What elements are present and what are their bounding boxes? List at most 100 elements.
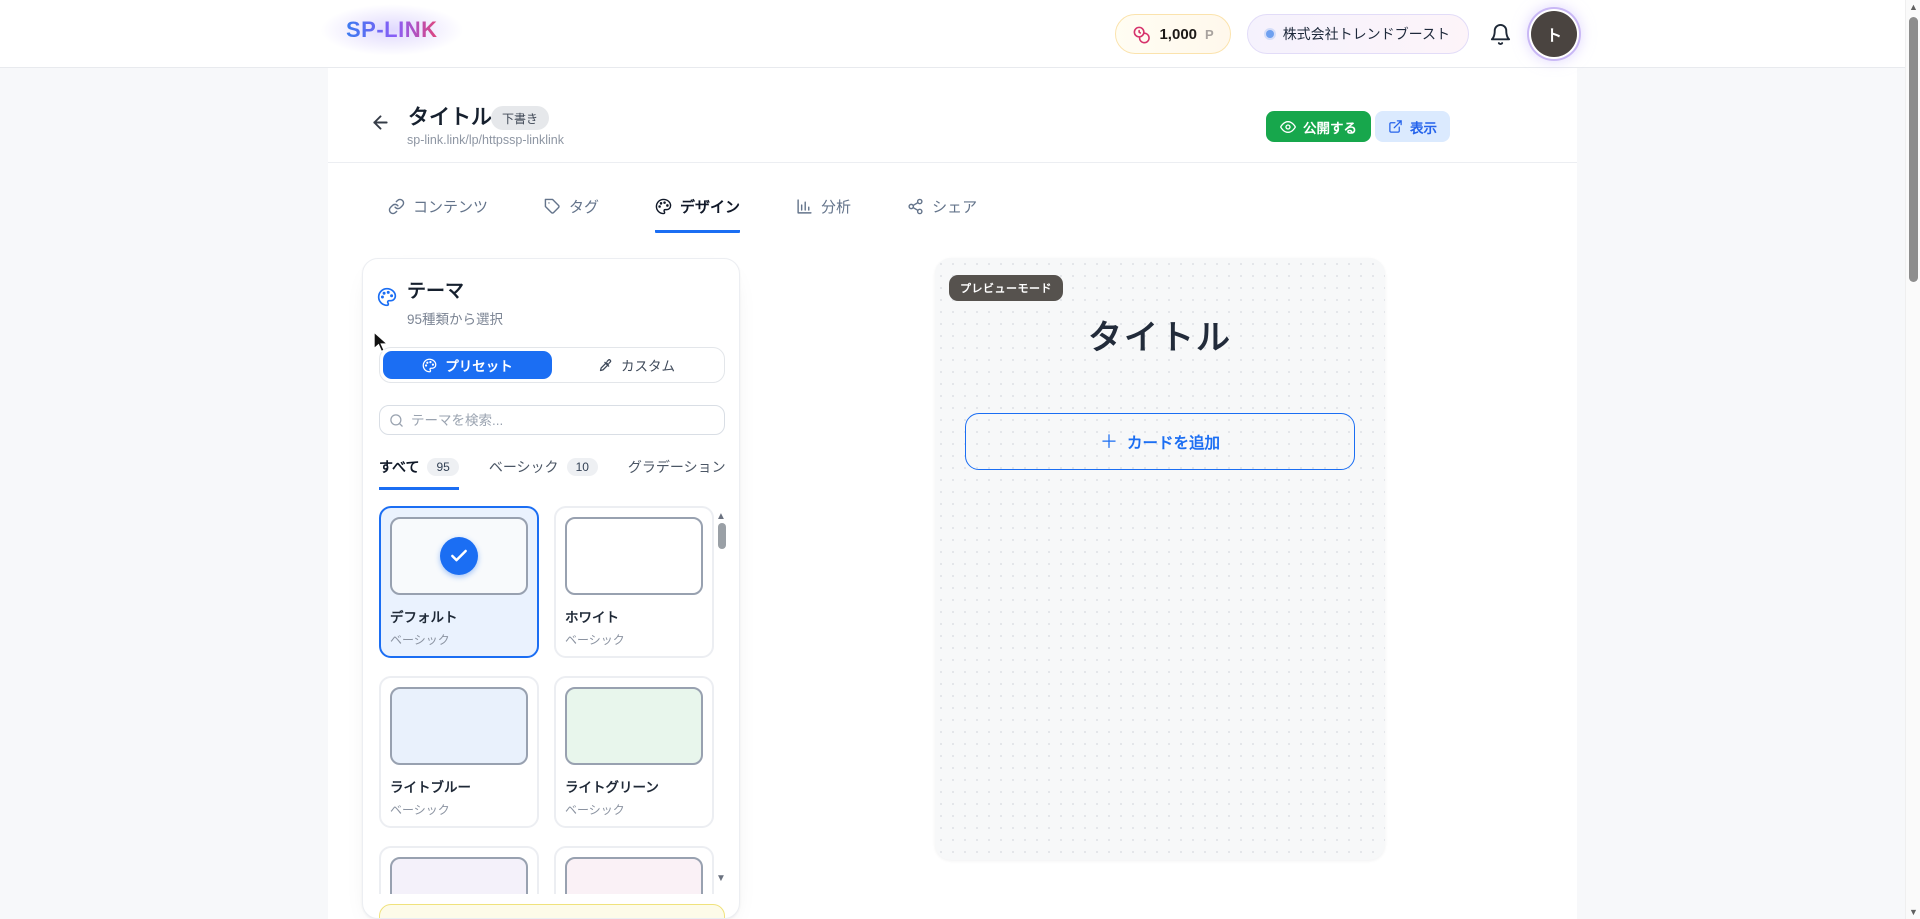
avatar-letter: ト — [1546, 22, 1562, 46]
filter-gradient[interactable]: グラデーション — [628, 456, 725, 490]
filter-count: 10 — [567, 458, 598, 476]
preview-mode-badge: プレビューモード — [949, 275, 1063, 301]
search-icon — [389, 413, 404, 428]
tab-label: タグ — [569, 196, 599, 217]
theme-search-input[interactable] — [411, 413, 715, 428]
theme-swatch — [565, 857, 703, 894]
external-link-icon — [1388, 119, 1403, 134]
eyedropper-icon — [598, 358, 613, 373]
preview-title: タイトル — [935, 310, 1385, 359]
theme-card-white[interactable]: ホワイト ベーシック — [554, 506, 714, 658]
theme-filters: すべて 95 ベーシック 10 グラデーション — [379, 456, 725, 490]
notifications-button[interactable] — [1485, 19, 1515, 49]
view-label: 表示 — [1410, 117, 1437, 137]
theme-swatch — [390, 857, 528, 894]
theme-panel-title: テーマ — [407, 276, 503, 303]
coins-icon — [1132, 25, 1151, 44]
add-card-button[interactable]: ＋ カードを追加 — [965, 413, 1355, 470]
filter-all[interactable]: すべて 95 — [379, 456, 459, 490]
scrollbar-down-arrow[interactable]: ▼ — [1909, 907, 1918, 917]
theme-card-lightgreen[interactable]: ライトグリーン ベーシック — [554, 676, 714, 828]
palette-icon — [377, 287, 397, 328]
scrollbar-up-arrow[interactable]: ▲ — [1909, 2, 1918, 12]
theme-search — [379, 405, 725, 435]
publish-button[interactable]: 公開する — [1266, 111, 1371, 142]
theme-swatch — [390, 687, 528, 765]
page-url: sp-link.link/lp/httpssp-linklink — [407, 133, 564, 147]
points-badge[interactable]: 1,000 P — [1115, 14, 1230, 54]
theme-name: ライトブルー — [390, 776, 528, 796]
tab-label: 分析 — [821, 196, 851, 217]
bell-icon — [1489, 23, 1512, 46]
tab-label: デザイン — [680, 196, 740, 217]
theme-swatch — [390, 517, 528, 595]
filter-label: ベーシック — [489, 457, 559, 477]
app-logo-text: SP-LINK — [346, 17, 438, 42]
custom-label: カスタム — [621, 355, 675, 375]
theme-grid: デフォルト ベーシック ホワイト ベーシック ライトブルー ベーシック ライトグ… — [379, 506, 715, 894]
tab-analytics[interactable]: 分析 — [796, 196, 851, 233]
preset-toggle[interactable]: プリセット — [383, 351, 552, 379]
list-scroll-down-arrow[interactable]: ▼ — [716, 873, 726, 884]
page-title-bar: タイトル 下書き sp-link.link/lp/httpssp-linklin… — [328, 68, 1577, 163]
add-card-label: カードを追加 — [1127, 431, 1220, 453]
tag-icon — [544, 198, 561, 215]
theme-panel-subtitle: 95種類から選択 — [407, 308, 503, 328]
company-status-dot — [1266, 30, 1274, 38]
back-button[interactable] — [366, 108, 394, 136]
theme-category: ベーシック — [565, 631, 703, 648]
tab-share[interactable]: シェア — [907, 196, 977, 233]
theme-swatch — [565, 687, 703, 765]
points-value: 1,000 — [1159, 26, 1197, 43]
status-badge: 下書き — [491, 106, 549, 130]
theme-card-partial-right[interactable] — [554, 846, 714, 894]
theme-name: ホワイト — [565, 606, 703, 626]
tab-tags[interactable]: タグ — [544, 196, 599, 233]
tab-contents[interactable]: コンテンツ — [388, 196, 488, 233]
filter-basic[interactable]: ベーシック 10 — [489, 456, 598, 490]
scrollbar-thumb[interactable] — [1909, 17, 1918, 282]
arrow-left-icon — [370, 112, 391, 133]
theme-card-lightblue[interactable]: ライトブルー ベーシック — [379, 676, 539, 828]
notice-box — [379, 904, 725, 919]
theme-category: ベーシック — [390, 631, 528, 648]
tab-bar: コンテンツ タグ デザイン — [388, 196, 977, 233]
page-title: タイトル — [408, 101, 492, 131]
theme-panel: テーマ 95種類から選択 プリセット — [362, 258, 740, 919]
view-button[interactable]: 表示 — [1375, 111, 1450, 142]
company-name: 株式会社トレンドブースト — [1283, 24, 1450, 44]
theme-name: ライトグリーン — [565, 776, 703, 796]
theme-swatch — [565, 517, 703, 595]
theme-category: ベーシック — [390, 801, 528, 818]
check-icon — [440, 537, 478, 575]
tab-design[interactable]: デザイン — [655, 196, 740, 233]
list-scroll-up-arrow[interactable]: ▲ — [716, 511, 726, 522]
preset-label: プリセット — [445, 355, 513, 375]
preview-panel: プレビューモード タイトル ＋ カードを追加 — [935, 258, 1385, 860]
theme-mode-toggle: プリセット カスタム — [379, 347, 725, 383]
theme-category: ベーシック — [565, 801, 703, 818]
link-icon — [388, 198, 405, 215]
points-unit: P — [1205, 27, 1214, 42]
filter-label: すべて — [379, 457, 419, 477]
plus-icon: ＋ — [1100, 428, 1118, 454]
filter-label: グラデーション — [628, 457, 725, 477]
chart-icon — [796, 198, 813, 215]
top-header: SP-LINK 1,000 P 株式会社トレンドブースト — [0, 0, 1920, 68]
theme-card-default[interactable]: デフォルト ベーシック — [379, 506, 539, 658]
custom-toggle[interactable]: カスタム — [552, 351, 721, 379]
tab-label: コンテンツ — [413, 196, 488, 217]
list-scrollbar-thumb[interactable] — [718, 523, 726, 549]
eye-icon — [1280, 119, 1296, 135]
company-badge[interactable]: 株式会社トレンドブースト — [1247, 14, 1469, 54]
tab-label: シェア — [932, 196, 977, 217]
theme-card-partial-left[interactable] — [379, 846, 539, 894]
palette-icon — [655, 198, 672, 215]
theme-name: デフォルト — [390, 606, 528, 626]
avatar[interactable]: ト — [1531, 11, 1577, 57]
app-window: SP-LINK 1,000 P 株式会社トレンドブースト — [0, 0, 1920, 919]
app-logo[interactable]: SP-LINK — [330, 8, 454, 52]
browser-scrollbar[interactable]: ▲ ▼ — [1905, 0, 1920, 919]
filter-count: 95 — [427, 458, 458, 476]
publish-label: 公開する — [1303, 117, 1357, 137]
